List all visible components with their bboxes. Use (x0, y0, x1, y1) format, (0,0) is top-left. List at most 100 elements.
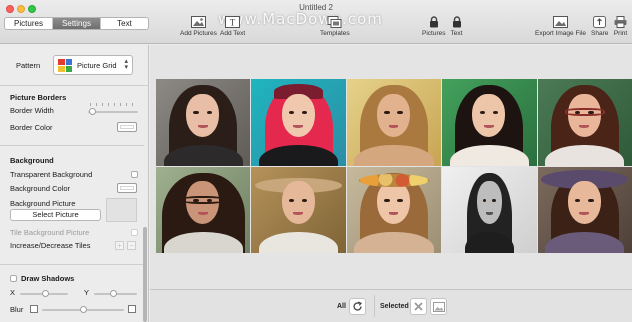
photo-face (281, 93, 315, 137)
blur-max-icon (128, 305, 136, 313)
selected-label: Selected (380, 303, 409, 310)
photo-body (258, 232, 339, 253)
selected-image-button[interactable] (430, 298, 447, 315)
increase-tiles-button[interactable]: + (115, 241, 124, 250)
print-icon (613, 15, 628, 28)
increase-decrease-tiles-label: Increase/Decrease Tiles (10, 241, 91, 250)
settings-sidebar: Pattern Picture Grid ▴ ▾ Picture Borders … (0, 45, 149, 322)
share-icon (592, 15, 607, 28)
border-color-well[interactable] (117, 122, 137, 132)
templates-button[interactable]: Templates (320, 15, 350, 37)
tab-settings[interactable]: Settings (53, 18, 101, 29)
lock-text-button[interactable]: Text (449, 15, 464, 37)
photo-tile[interactable] (251, 79, 346, 166)
background-color-well[interactable] (117, 183, 137, 193)
add-pictures-button[interactable]: Add Pictures (180, 15, 217, 37)
border-width-label: Border Width (10, 106, 54, 115)
lock-icon (449, 15, 464, 28)
section-divider (0, 145, 144, 146)
blur-slider[interactable] (42, 306, 124, 313)
shadow-y-slider[interactable] (94, 290, 137, 297)
background-color-label: Background Color (10, 184, 71, 193)
tab-text[interactable]: Text (101, 18, 148, 29)
lock-pictures-label: Pictures (422, 30, 446, 37)
border-width-ticks (90, 103, 138, 106)
mode-segmented-control: Pictures Settings Text (4, 17, 149, 30)
bottom-divider (374, 295, 375, 317)
selection-bar: All Selected (150, 289, 632, 322)
shadow-x-slider[interactable] (20, 290, 68, 297)
photo-tile[interactable] (346, 79, 442, 166)
print-button[interactable]: Print (613, 15, 628, 37)
border-color-label: Border Color (10, 123, 53, 132)
add-text-button[interactable]: T Add Text (220, 15, 245, 37)
photo-face (281, 181, 315, 225)
select-picture-button[interactable]: Select Picture (10, 209, 101, 221)
share-button[interactable]: Share (591, 15, 608, 37)
transparent-background-checkbox[interactable] (131, 171, 138, 178)
draw-shadows-checkbox[interactable] (10, 275, 17, 282)
photo-face (186, 93, 220, 137)
image-add-icon (190, 15, 206, 28)
lock-pictures-button[interactable]: Pictures (422, 15, 445, 37)
remove-selected-button[interactable] (410, 298, 427, 315)
sidebar-scrollbar[interactable] (143, 227, 147, 322)
photo-tile[interactable] (442, 166, 537, 253)
chevron-updown-icon: ▴ ▾ (124, 58, 128, 71)
photo-face (377, 93, 411, 137)
svg-text:T: T (230, 17, 236, 27)
templates-icon (327, 15, 342, 28)
refresh-icon (353, 301, 362, 311)
export-image-label: Export Image File (535, 30, 586, 37)
shadow-y-label: Y (84, 288, 90, 297)
picture-borders-heading: Picture Borders (10, 93, 67, 102)
transparent-background-label: Transparent Background (10, 170, 93, 179)
export-image-icon (552, 15, 568, 28)
photo-face (567, 181, 601, 225)
tile-background-checkbox[interactable] (131, 229, 138, 236)
pattern-select[interactable]: Picture Grid ▴ ▾ (53, 55, 133, 75)
lock-icon (426, 15, 441, 28)
export-image-button[interactable]: Export Image File (535, 15, 586, 37)
background-heading: Background (10, 156, 54, 165)
add-pictures-label: Add Pictures (180, 30, 217, 37)
blur-min-icon (30, 305, 38, 313)
photo-face (477, 181, 502, 225)
border-width-knob[interactable] (89, 108, 96, 115)
shadow-x-knob[interactable] (42, 290, 49, 297)
draw-shadows-label: Draw Shadows (21, 274, 75, 283)
blur-label: Blur (10, 305, 24, 314)
add-text-label: Add Text (220, 30, 246, 37)
photo-tile[interactable] (442, 79, 537, 166)
share-label: Share (591, 30, 609, 37)
decrease-tiles-button[interactable]: − (127, 241, 136, 250)
photo-tile[interactable] (156, 79, 251, 166)
toolbar: Untitled 2 www.MacDown.com Pictures Sett… (0, 0, 632, 44)
background-picture-label: Background Picture (10, 199, 76, 208)
blur-knob[interactable] (80, 306, 87, 313)
photo-glasses (183, 195, 223, 204)
tab-pictures[interactable]: Pictures (5, 18, 53, 29)
background-picture-preview (106, 198, 137, 222)
photo-tile[interactable] (251, 166, 346, 253)
photo-tile[interactable] (346, 166, 442, 253)
refresh-all-button[interactable] (349, 298, 366, 315)
pattern-select-value: Picture Grid (77, 61, 117, 70)
shadow-y-knob[interactable] (110, 290, 117, 297)
photo-tile[interactable] (156, 166, 251, 253)
border-width-slider[interactable] (88, 108, 138, 115)
close-icon (414, 302, 423, 311)
photo-tile[interactable] (537, 79, 632, 166)
image-icon (432, 301, 445, 312)
shadow-x-label: X (10, 288, 16, 297)
print-label: Print (613, 30, 628, 37)
collage-canvas[interactable] (150, 45, 632, 289)
templates-label: Templates (320, 30, 350, 37)
section-divider (0, 264, 144, 265)
photo-grid (156, 79, 632, 253)
photo-sunglasses (564, 108, 605, 117)
text-add-icon: T (225, 15, 241, 28)
pattern-row: Pattern Picture Grid ▴ ▾ (0, 45, 149, 86)
pattern-label: Pattern (16, 61, 41, 70)
photo-tile[interactable] (537, 166, 632, 253)
